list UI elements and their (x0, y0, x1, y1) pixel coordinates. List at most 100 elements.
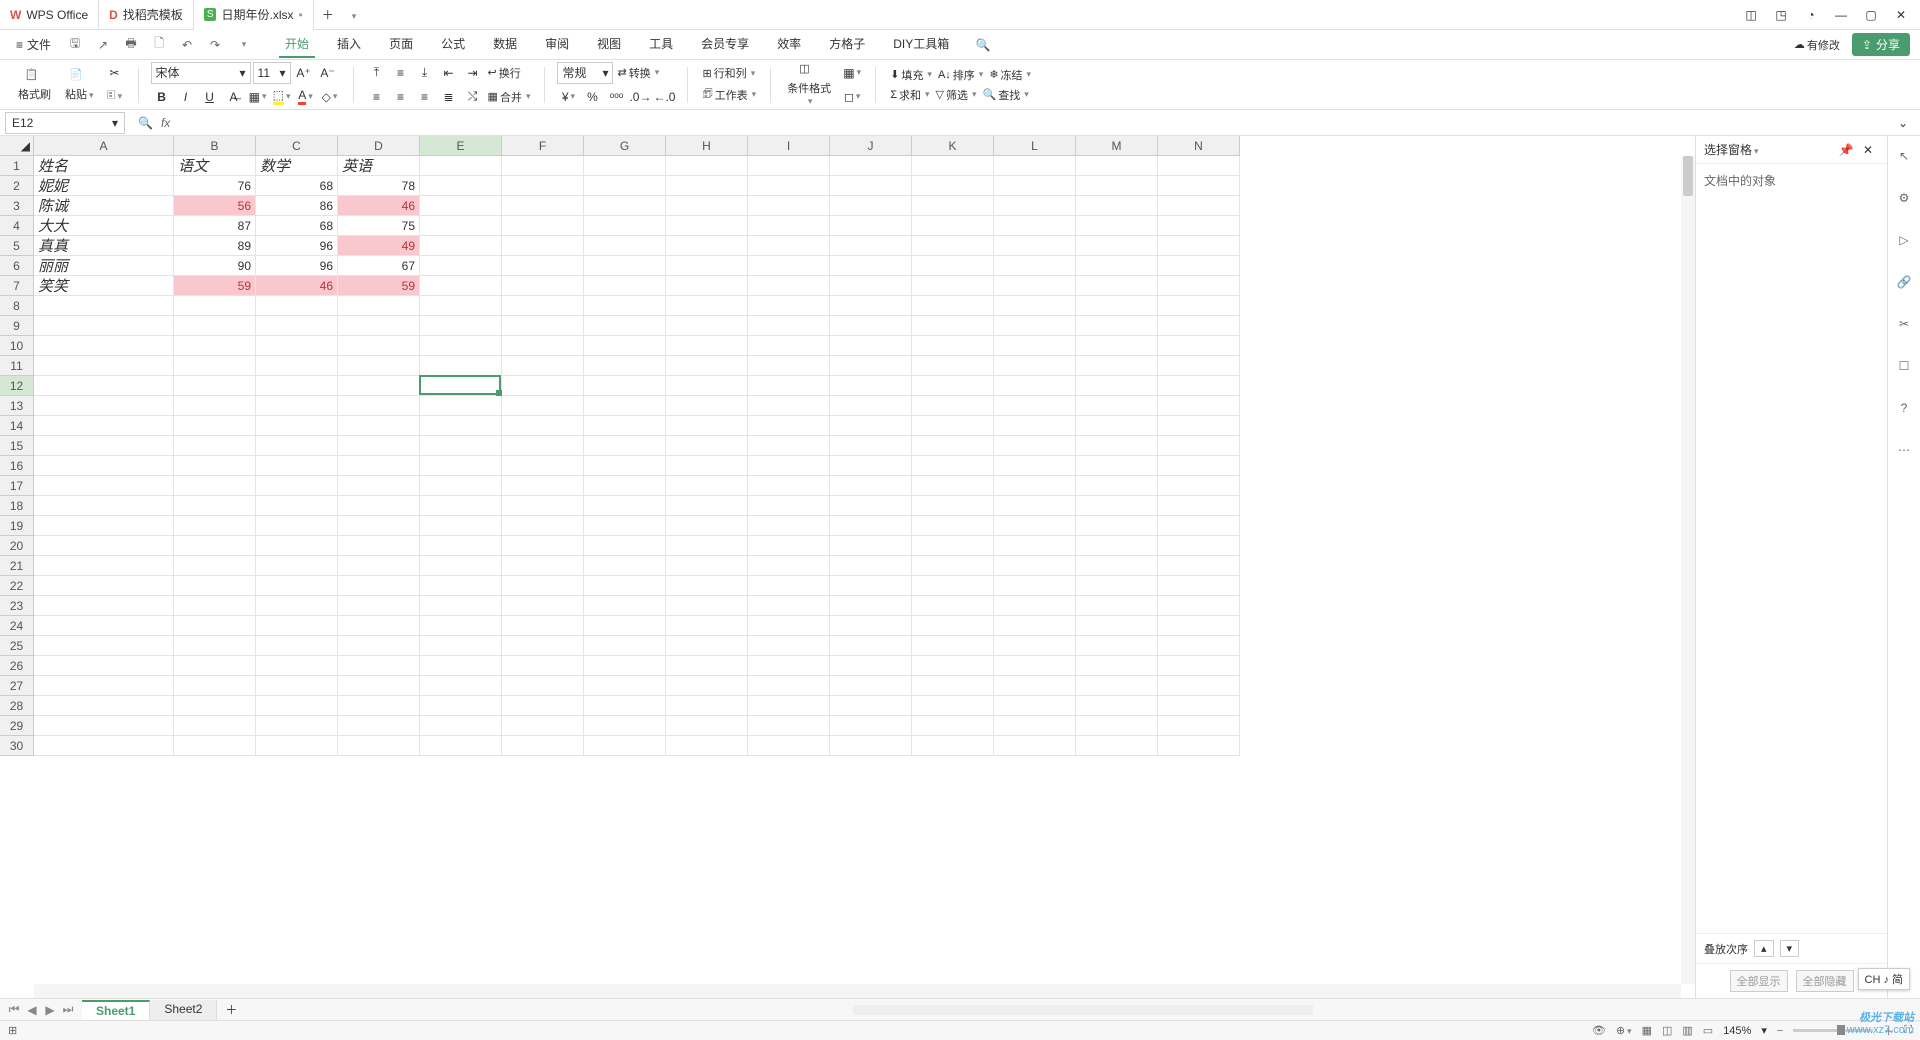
cell[interactable]: 数学 (256, 156, 338, 176)
selection-pane-title[interactable]: 选择窗格 (1704, 141, 1759, 158)
cell[interactable] (748, 456, 830, 476)
window-home-button[interactable]: ◫ (1737, 4, 1765, 26)
cell[interactable] (830, 676, 912, 696)
cell[interactable] (748, 236, 830, 256)
cell[interactable] (256, 456, 338, 476)
cell[interactable] (1076, 476, 1158, 496)
cell[interactable] (1158, 536, 1240, 556)
cell[interactable] (420, 296, 502, 316)
column-header[interactable]: L (994, 136, 1076, 156)
cell[interactable] (256, 596, 338, 616)
cell[interactable] (994, 356, 1076, 376)
cell[interactable] (584, 216, 666, 236)
cell[interactable] (1076, 676, 1158, 696)
row-header[interactable]: 5 (0, 236, 34, 256)
cell[interactable] (994, 216, 1076, 236)
view-normal-icon[interactable]: ▦ (1642, 1024, 1652, 1037)
cell[interactable] (338, 336, 420, 356)
cell[interactable] (830, 716, 912, 736)
cell[interactable] (34, 676, 174, 696)
cell[interactable] (502, 436, 584, 456)
help-tab-icon[interactable]: ? (1892, 396, 1916, 420)
cell[interactable] (420, 276, 502, 296)
strikethrough-button[interactable]: A̶ (223, 86, 245, 108)
cell[interactable] (830, 556, 912, 576)
cell[interactable] (174, 616, 256, 636)
name-box[interactable]: E12 ▾ (5, 112, 125, 134)
cell[interactable] (912, 596, 994, 616)
cell[interactable] (584, 416, 666, 436)
cell[interactable] (174, 576, 256, 596)
cell[interactable] (748, 316, 830, 336)
cell[interactable] (994, 596, 1076, 616)
underline-button[interactable]: U (199, 86, 221, 108)
cell[interactable] (502, 716, 584, 736)
cell[interactable] (994, 716, 1076, 736)
cell[interactable] (994, 196, 1076, 216)
cell[interactable]: 英语 (338, 156, 420, 176)
cell[interactable] (748, 596, 830, 616)
cell[interactable] (994, 536, 1076, 556)
cell[interactable] (256, 476, 338, 496)
cell[interactable] (420, 436, 502, 456)
sheet-first-button[interactable]: ⏮ (6, 1002, 22, 1018)
cell[interactable] (256, 736, 338, 756)
cell[interactable] (584, 176, 666, 196)
cell[interactable] (912, 556, 994, 576)
cell[interactable] (174, 396, 256, 416)
cell[interactable] (174, 656, 256, 676)
qat-more-button[interactable] (233, 35, 253, 55)
cell[interactable] (1158, 276, 1240, 296)
cell[interactable] (338, 736, 420, 756)
cell[interactable]: 46 (256, 276, 338, 296)
column-header[interactable]: N (1158, 136, 1240, 156)
column-header[interactable]: I (748, 136, 830, 156)
cell[interactable] (584, 196, 666, 216)
cell[interactable] (1076, 636, 1158, 656)
cell[interactable] (912, 296, 994, 316)
cell[interactable] (912, 156, 994, 176)
cell[interactable] (666, 196, 748, 216)
vertical-scrollbar[interactable] (1681, 156, 1695, 984)
cell[interactable] (420, 576, 502, 596)
cell[interactable] (420, 456, 502, 476)
column-header[interactable]: C (256, 136, 338, 156)
cell[interactable] (994, 736, 1076, 756)
orientation-button[interactable]: ⤭ (462, 86, 484, 108)
sort-button[interactable]: A↓排序 (936, 66, 985, 84)
cell[interactable] (502, 356, 584, 376)
cell[interactable] (912, 176, 994, 196)
cell[interactable] (338, 696, 420, 716)
cell[interactable] (748, 376, 830, 396)
cell[interactable]: 姓名 (34, 156, 174, 176)
file-menu-button[interactable]: ≡ 文件 (10, 34, 57, 55)
cell[interactable] (1158, 596, 1240, 616)
cell[interactable] (994, 176, 1076, 196)
align-left-button[interactable]: ≡ (366, 86, 388, 108)
settings-tab-icon[interactable]: ⚙ (1892, 186, 1916, 210)
cell[interactable] (1076, 536, 1158, 556)
cell[interactable] (1158, 656, 1240, 676)
comma-button[interactable]: ᵒᵒᵒ (605, 86, 627, 108)
row-header[interactable]: 17 (0, 476, 34, 496)
cell[interactable] (748, 396, 830, 416)
cell[interactable] (748, 536, 830, 556)
formula-expand-button[interactable]: ⌄ (1892, 112, 1914, 134)
cell[interactable] (994, 456, 1076, 476)
cell[interactable] (502, 476, 584, 496)
cell[interactable] (256, 656, 338, 676)
cell[interactable] (666, 456, 748, 476)
cell[interactable] (666, 736, 748, 756)
cell[interactable] (338, 476, 420, 496)
cell[interactable] (748, 496, 830, 516)
cell[interactable] (912, 616, 994, 636)
align-bottom-button[interactable]: ⤓ (414, 62, 436, 84)
cell[interactable] (420, 236, 502, 256)
cell[interactable] (256, 496, 338, 516)
menu-item-开始[interactable]: 开始 (279, 31, 315, 58)
cell[interactable] (256, 436, 338, 456)
cell[interactable] (256, 416, 338, 436)
cell[interactable] (584, 616, 666, 636)
cell[interactable] (1158, 696, 1240, 716)
cell[interactable]: 大大 (34, 216, 174, 236)
